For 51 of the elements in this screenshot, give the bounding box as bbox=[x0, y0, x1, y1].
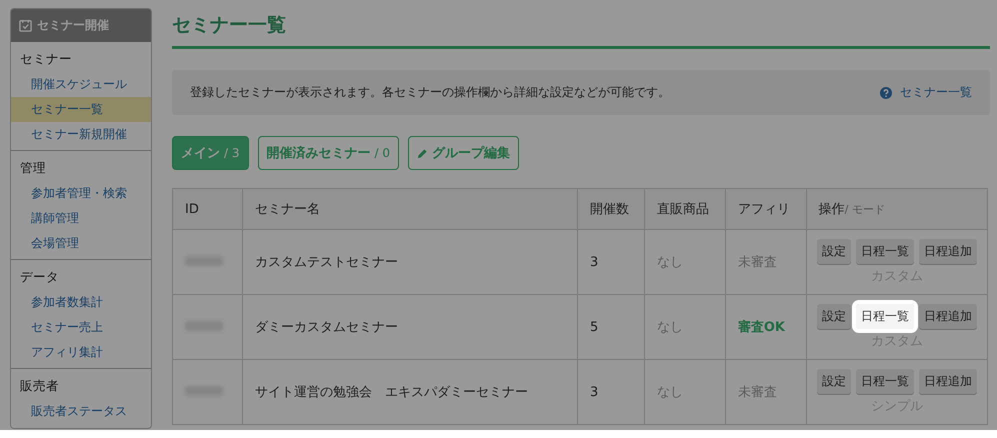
sidebar-item[interactable]: 参加者管理・検索 bbox=[11, 181, 151, 206]
sidebar-item[interactable]: 開催スケジュール bbox=[11, 72, 151, 97]
section-heading: 販売者 bbox=[19, 377, 60, 395]
column-header: 操作/ モード bbox=[806, 188, 988, 230]
help-link[interactable]: セミナー一覧 bbox=[880, 84, 972, 101]
table-cell: 審査OK bbox=[725, 294, 806, 360]
table-cell: 5 bbox=[578, 294, 645, 360]
action-button[interactable]: 設定 bbox=[816, 369, 851, 394]
table-cell: なし bbox=[644, 294, 726, 360]
action-button[interactable]: 日程追加 bbox=[918, 304, 977, 329]
sidebar-item[interactable]: 販売者ステータス bbox=[11, 399, 151, 424]
action-button[interactable]: 日程追加 bbox=[918, 369, 977, 394]
action-button[interactable]: 日程追加 bbox=[918, 239, 977, 264]
help-icon bbox=[880, 86, 892, 98]
tab[interactable]: グループ編集 bbox=[408, 136, 519, 170]
table-cell: 未審査 bbox=[725, 230, 806, 294]
sidebar-item[interactable]: セミナー一覧 bbox=[11, 97, 151, 122]
section-heading: セミナー bbox=[19, 50, 73, 68]
tab[interactable]: メイン / 3 bbox=[172, 136, 248, 170]
section-heading: 管理 bbox=[19, 159, 47, 177]
sidebar-title: セミナー開催 bbox=[37, 17, 109, 34]
sidebar-item[interactable]: セミナー新規開催 bbox=[11, 122, 151, 147]
sidebar-item[interactable]: 会場管理 bbox=[11, 231, 151, 256]
table-cell: サイト運営の勉強会 エキスパダミーセミナー bbox=[242, 360, 578, 424]
action-button[interactable]: 日程一覧 bbox=[856, 239, 914, 264]
calendar-icon bbox=[19, 19, 32, 32]
info-text: 登録したセミナーが表示されます。各セミナーの操作欄から詳細な設定などが可能です。 bbox=[190, 84, 670, 101]
table-cell: 3 bbox=[578, 230, 645, 294]
table-cell: なし bbox=[644, 360, 726, 424]
table-cell: なし bbox=[644, 230, 726, 294]
table-cell: 未審査 bbox=[725, 360, 806, 424]
action-button[interactable]: 設定 bbox=[816, 239, 851, 264]
table-cell: ダミーカスタムセミナー bbox=[242, 294, 578, 360]
page-title: セミナー一覧 bbox=[172, 12, 990, 49]
sidebar-item[interactable]: 参加者数集計 bbox=[11, 290, 151, 315]
column-header: アフィリ bbox=[725, 188, 806, 230]
table-cell: カスタムテストセミナー bbox=[242, 230, 578, 294]
action-button[interactable]: 日程一覧 bbox=[856, 304, 914, 329]
table-cell: 3 bbox=[578, 360, 645, 424]
column-header: 開催数 bbox=[578, 188, 645, 230]
column-header: ID bbox=[172, 188, 242, 230]
column-header: セミナー名 bbox=[242, 188, 578, 230]
sidebar-item[interactable]: 講師管理 bbox=[11, 206, 151, 231]
column-header: 直販商品 bbox=[644, 188, 726, 230]
pencil-icon bbox=[417, 148, 428, 158]
tab[interactable]: 開催済みセミナー / 0 bbox=[258, 136, 399, 170]
action-button[interactable]: 日程一覧 bbox=[856, 369, 914, 394]
action-button[interactable]: 設定 bbox=[816, 304, 851, 329]
section-heading: データ bbox=[19, 268, 60, 286]
sidebar-item[interactable]: アフィリ集計 bbox=[11, 340, 151, 365]
sidebar-item[interactable]: セミナー売上 bbox=[11, 315, 151, 340]
